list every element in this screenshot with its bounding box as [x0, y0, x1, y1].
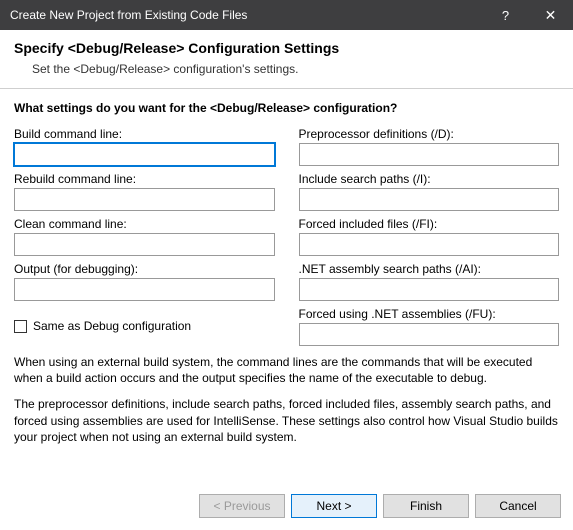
wizard-footer: < Previous Next > Finish Cancel	[0, 486, 573, 530]
forced-using-input[interactable]	[299, 323, 560, 346]
next-button[interactable]: Next >	[291, 494, 377, 518]
help-button[interactable]: ?	[483, 0, 528, 30]
output-input[interactable]	[14, 278, 275, 301]
info-paragraph-1: When using an external build system, the…	[14, 354, 559, 386]
info-paragraph-2: The preprocessor definitions, include se…	[14, 396, 559, 445]
page-subtitle: Set the <Debug/Release> configuration's …	[32, 62, 559, 76]
include-input[interactable]	[299, 188, 560, 211]
build-cmd-input[interactable]	[14, 143, 275, 166]
clean-cmd-label: Clean command line:	[14, 217, 275, 231]
preproc-label: Preprocessor definitions (/D):	[299, 127, 560, 141]
page-title: Specify <Debug/Release> Configuration Se…	[14, 40, 559, 56]
question-label: What settings do you want for the <Debug…	[0, 89, 573, 121]
wizard-header: Specify <Debug/Release> Configuration Se…	[0, 30, 573, 89]
cancel-button[interactable]: Cancel	[475, 494, 561, 518]
right-column: Preprocessor definitions (/D): Include s…	[299, 121, 560, 346]
build-cmd-label: Build command line:	[14, 127, 275, 141]
same-as-debug-checkbox[interactable]	[14, 320, 27, 333]
preproc-input[interactable]	[299, 143, 560, 166]
same-as-debug-row[interactable]: Same as Debug configuration	[14, 319, 275, 333]
window-title: Create New Project from Existing Code Fi…	[10, 8, 483, 22]
clean-cmd-input[interactable]	[14, 233, 275, 256]
assembly-input[interactable]	[299, 278, 560, 301]
forced-using-label: Forced using .NET assemblies (/FU):	[299, 307, 560, 321]
titlebar: Create New Project from Existing Code Fi…	[0, 0, 573, 30]
finish-button[interactable]: Finish	[383, 494, 469, 518]
left-column: Build command line: Rebuild command line…	[14, 121, 275, 346]
assembly-label: .NET assembly search paths (/AI):	[299, 262, 560, 276]
output-label: Output (for debugging):	[14, 262, 275, 276]
same-as-debug-label: Same as Debug configuration	[33, 319, 191, 333]
forced-include-input[interactable]	[299, 233, 560, 256]
info-text: When using an external build system, the…	[0, 346, 573, 445]
forced-include-label: Forced included files (/FI):	[299, 217, 560, 231]
rebuild-cmd-label: Rebuild command line:	[14, 172, 275, 186]
include-label: Include search paths (/I):	[299, 172, 560, 186]
rebuild-cmd-input[interactable]	[14, 188, 275, 211]
previous-button[interactable]: < Previous	[199, 494, 285, 518]
close-button[interactable]: ✕	[528, 0, 573, 30]
settings-grid: Build command line: Rebuild command line…	[0, 121, 573, 346]
